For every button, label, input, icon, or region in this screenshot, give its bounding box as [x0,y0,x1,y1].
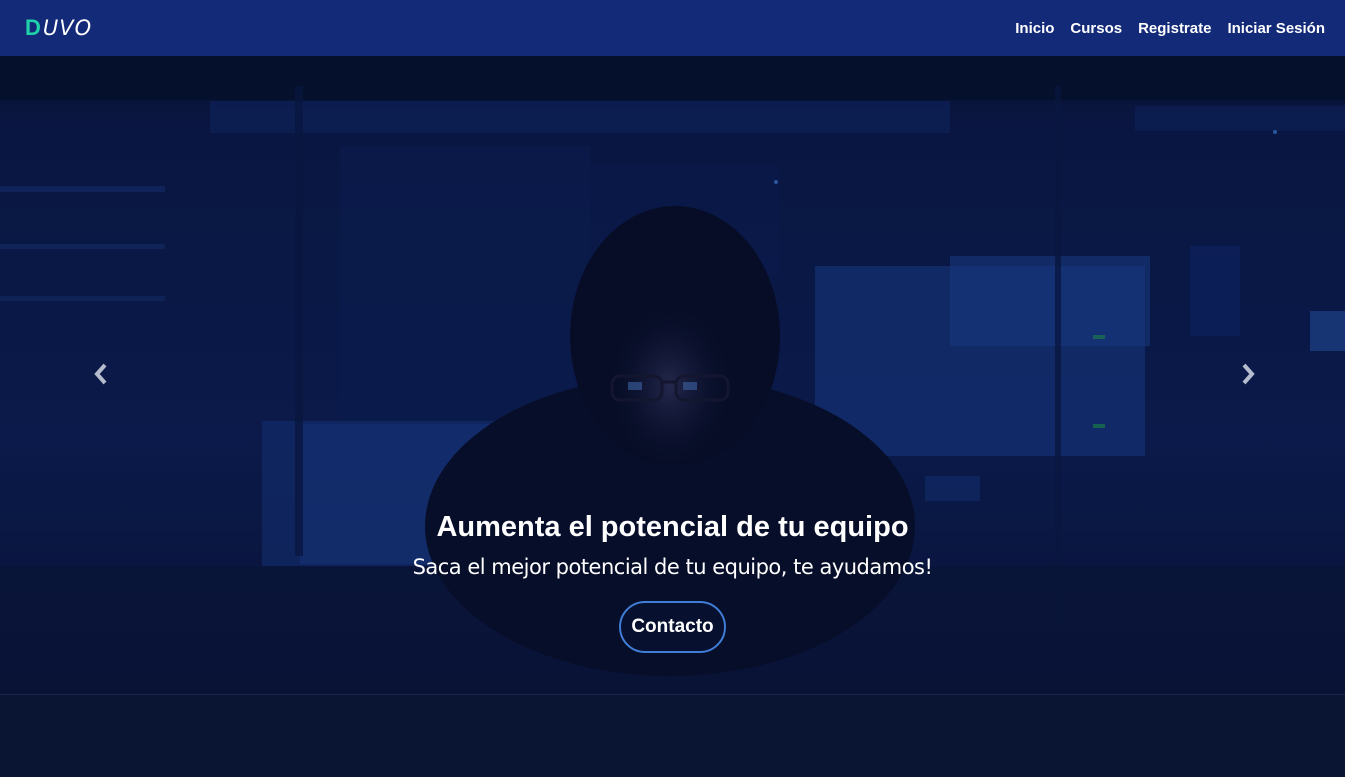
logo-mark: D [25,15,42,40]
hero-carousel: Aumenta el potencial de tu equipo Saca e… [0,56,1345,695]
nav-links: Inicio Cursos Registrate Iniciar Sesión [1015,20,1325,37]
nav-item-inicio[interactable]: Inicio [1015,20,1054,37]
carousel-prev-button[interactable] [86,356,116,392]
below-fold-section [0,694,1345,777]
logo-text: UVO [42,16,93,40]
chevron-left-icon [94,363,107,385]
contact-button[interactable]: Contacto [619,601,726,653]
top-navbar: D UVO Inicio Cursos Registrate Iniciar Se… [0,0,1345,56]
brand-logo[interactable]: D UVO [25,15,92,41]
carousel-next-button[interactable] [1233,356,1263,392]
nav-item-cursos[interactable]: Cursos [1070,20,1122,37]
nav-item-registrate[interactable]: Registrate [1138,20,1211,37]
chevron-right-icon [1242,363,1255,385]
hero-subtitle: Saca el mejor potencial de tu equipo, te… [412,555,933,579]
hero-caption: Aumenta el potencial de tu equipo Saca e… [0,506,1345,653]
nav-item-iniciar-sesion[interactable]: Iniciar Sesión [1227,20,1325,37]
hero-title: Aumenta el potencial de tu equipo [436,511,909,543]
